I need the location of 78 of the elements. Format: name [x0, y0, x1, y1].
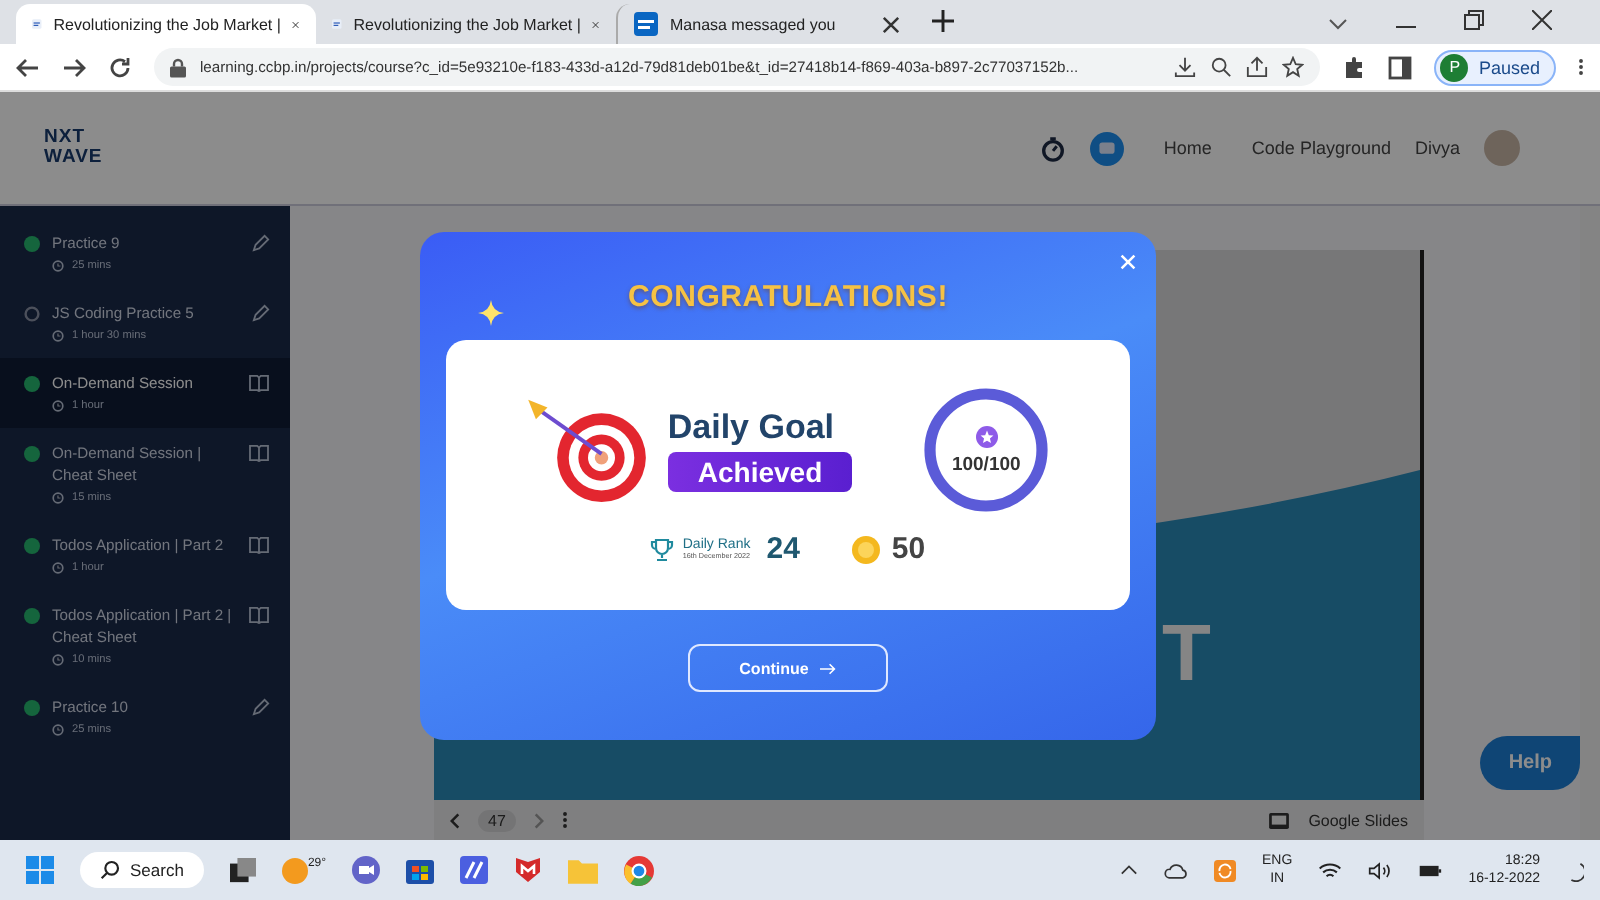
- rank-value: 24: [766, 532, 800, 566]
- chevron-down-icon[interactable]: [1328, 18, 1348, 30]
- site-icon: [634, 12, 658, 36]
- search-icon: [100, 860, 120, 880]
- logo[interactable]: NXT WAVE: [44, 128, 103, 168]
- browser-icon[interactable]: [624, 855, 655, 885]
- coin-icon: [851, 535, 880, 563]
- clock-icon: [52, 724, 64, 736]
- clock-icon: [52, 400, 64, 412]
- star-icon[interactable]: [1282, 56, 1305, 78]
- puzzle-icon[interactable]: [1342, 55, 1367, 79]
- back-arrow-icon[interactable]: [16, 55, 40, 79]
- goal-score: 100/100: [951, 453, 1021, 475]
- minimize-icon[interactable]: [1396, 26, 1416, 30]
- pencil-icon: [252, 304, 270, 322]
- windows-icon[interactable]: [26, 856, 54, 884]
- sparkle-icon: [478, 300, 504, 326]
- book-icon: [248, 606, 270, 624]
- task-view-icon[interactable]: [229, 857, 256, 883]
- cloud-icon[interactable]: [1164, 861, 1189, 879]
- lock-icon: [170, 57, 186, 77]
- arrow-right-icon: [820, 661, 837, 675]
- scrollbar[interactable]: [1580, 206, 1600, 840]
- book-icon: [248, 374, 270, 392]
- sun-icon: [281, 857, 308, 883]
- shield-icon[interactable]: [514, 856, 543, 884]
- slides-icon: [1268, 811, 1291, 830]
- star-badge-icon: [975, 425, 998, 447]
- stopwatch-icon[interactable]: [1039, 135, 1066, 161]
- continue-button[interactable]: Continue: [688, 644, 888, 692]
- app-icon[interactable]: [460, 856, 489, 884]
- previous-icon[interactable]: [450, 811, 460, 830]
- side-panel-icon[interactable]: [1388, 55, 1413, 79]
- chat-icon[interactable]: [1089, 131, 1124, 165]
- close-icon[interactable]: [882, 15, 900, 33]
- zoom-icon[interactable]: [1210, 56, 1233, 78]
- clock-icon: [52, 654, 64, 666]
- store-icon[interactable]: [406, 856, 435, 884]
- share-icon[interactable]: [1246, 56, 1269, 78]
- speaker-icon[interactable]: [1368, 861, 1393, 879]
- video-call-icon[interactable]: [352, 856, 381, 884]
- clock-icon: [52, 492, 64, 504]
- dialog-heading: CONGRATULATIONS!: [627, 280, 949, 314]
- new-tab-icon[interactable]: [932, 10, 954, 32]
- download-icon[interactable]: [1174, 56, 1197, 78]
- close-icon[interactable]: [1532, 10, 1552, 30]
- user-name[interactable]: Divya: [1414, 138, 1460, 158]
- browser-tab[interactable]: Revolutionizing the Job Market |: [16, 4, 316, 44]
- chevron-up-icon[interactable]: [1120, 864, 1139, 876]
- achieved-badge: Achieved: [667, 452, 853, 492]
- reload-icon[interactable]: [108, 55, 132, 79]
- slide-text: T: [1162, 610, 1211, 700]
- goal-title: Daily Goal: [667, 408, 835, 448]
- forward-arrow-icon[interactable]: [62, 55, 86, 79]
- clock-icon: [52, 330, 64, 342]
- taskbar-search[interactable]: Search: [80, 852, 204, 888]
- slides-source[interactable]: Google Slides: [1308, 811, 1408, 830]
- pencil-icon: [252, 234, 270, 252]
- restore-icon[interactable]: [1464, 10, 1484, 30]
- book-icon: [248, 536, 270, 554]
- browser-tab[interactable]: Manasa messaged you: [616, 4, 916, 44]
- nav-link[interactable]: Home: [1163, 138, 1212, 158]
- page-number[interactable]: 47: [478, 809, 516, 832]
- more-icon[interactable]: [561, 810, 568, 831]
- pencil-icon: [252, 698, 270, 716]
- clock-icon: [52, 260, 64, 272]
- browser-tab[interactable]: Revolutionizing the Job Market |: [316, 4, 616, 44]
- book-icon: [248, 444, 270, 462]
- trophy-icon: [650, 537, 675, 561]
- help-button[interactable]: Help: [1480, 736, 1580, 790]
- battery-icon[interactable]: [1418, 861, 1443, 879]
- nav-link[interactable]: Code Playground: [1251, 138, 1391, 158]
- coins-value: 50: [891, 532, 926, 566]
- profile-button[interactable]: P Paused: [1434, 49, 1556, 85]
- wifi-icon[interactable]: [1318, 861, 1343, 879]
- notification-icon[interactable]: [1566, 859, 1584, 881]
- clock-icon: [52, 562, 64, 574]
- menu-icon[interactable]: [1578, 56, 1584, 78]
